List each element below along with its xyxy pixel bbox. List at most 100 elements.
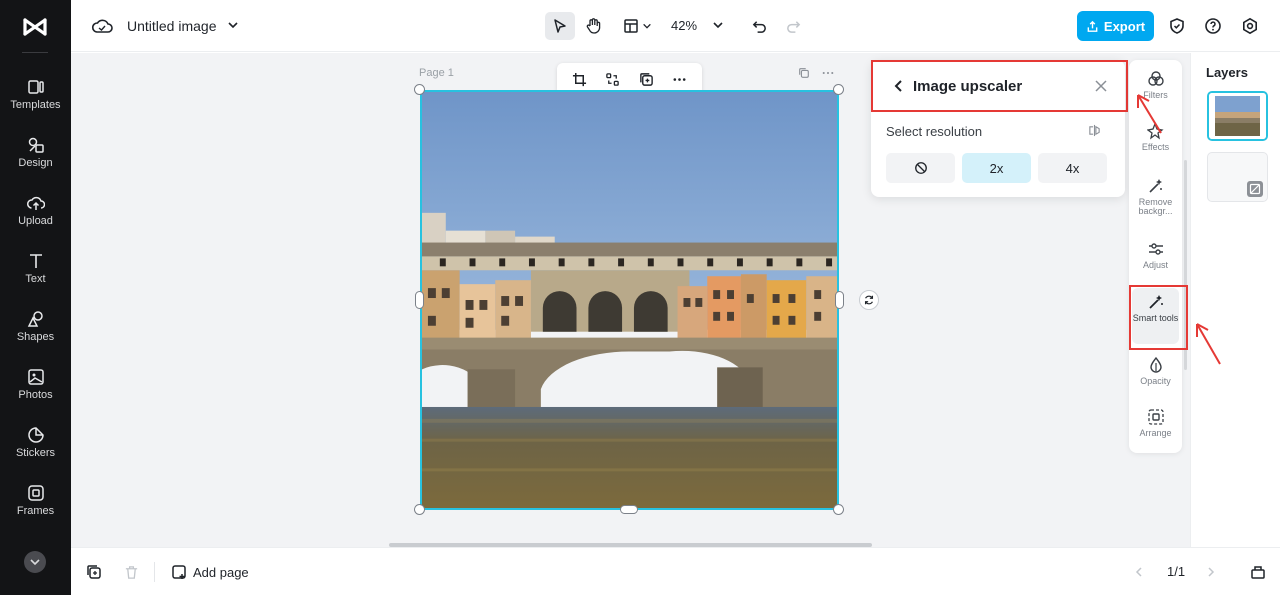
text-icon <box>29 254 42 268</box>
add-page-label: Add page <box>193 564 249 580</box>
zoom-chevron-down-icon[interactable] <box>712 19 724 31</box>
previous-page-icon[interactable] <box>1131 564 1147 580</box>
layers-title: Layers <box>1206 65 1248 80</box>
select-resolution-label: Select resolution <box>886 124 983 139</box>
rotate-handle-icon[interactable] <box>859 290 879 310</box>
export-button[interactable]: Export <box>1077 11 1154 41</box>
bridge-photo <box>422 92 837 508</box>
flip-icon[interactable] <box>605 72 620 87</box>
tool-arrange[interactable]: Arrange <box>1129 408 1182 464</box>
duplicate-icon[interactable] <box>639 72 654 87</box>
photos-icon <box>27 369 44 385</box>
app-window: Templates Design Upload Text Shapes Phot… <box>0 0 1280 595</box>
capcut-logo-icon[interactable] <box>22 14 48 40</box>
layer-thumbnail-image[interactable] <box>1207 91 1268 141</box>
bottom-divider <box>154 562 155 582</box>
back-icon[interactable] <box>893 79 905 93</box>
tool-label: Filters <box>1143 90 1168 100</box>
top-bar: Untitled image 42% Export <box>71 0 1280 52</box>
resize-handle-right[interactable] <box>835 291 844 309</box>
arrange-icon <box>1147 409 1164 425</box>
sidebar-item-text[interactable]: Text <box>0 252 71 302</box>
remove-background-icon <box>1148 179 1162 193</box>
export-icon <box>1087 20 1098 32</box>
more-icon[interactable] <box>672 72 687 87</box>
sidebar-item-design[interactable]: Design <box>0 136 71 186</box>
effects-icon <box>1146 122 1164 140</box>
resize-handle-top-left[interactable] <box>414 84 425 95</box>
sidebar-item-templates[interactable]: Templates <box>0 78 71 128</box>
tool-effects[interactable]: Effects <box>1129 122 1182 178</box>
resize-handle-left[interactable] <box>415 291 424 309</box>
close-icon[interactable] <box>1094 79 1108 93</box>
sidebar-item-shapes[interactable]: Shapes <box>0 310 71 360</box>
disabled-icon <box>914 162 927 174</box>
add-page-icon <box>172 565 186 579</box>
resize-handle-bottom-left[interactable] <box>414 504 425 515</box>
design-icon <box>28 137 44 153</box>
layout-dropdown[interactable] <box>619 14 655 38</box>
canvas-image[interactable] <box>420 90 839 510</box>
tool-filters[interactable]: Filters <box>1129 70 1182 126</box>
help-icon[interactable] <box>1203 16 1223 36</box>
settings-icon[interactable] <box>1240 16 1260 36</box>
sidebar-item-label: Frames <box>16 505 55 517</box>
resize-handle-bottom[interactable] <box>620 505 638 514</box>
sidebar-item-stickers[interactable]: Stickers <box>0 426 71 476</box>
image-upscaler-panel: Image upscaler Select resolution 2x 4x <box>871 60 1128 197</box>
sidebar-item-label: Text <box>25 273 46 285</box>
expand-more-icon[interactable] <box>24 551 46 573</box>
compare-icon[interactable] <box>1088 124 1102 138</box>
resize-handle-bottom-right[interactable] <box>833 504 844 515</box>
upscaler-title: Image upscaler <box>913 77 1023 95</box>
redo-icon[interactable] <box>783 16 803 36</box>
stickers-icon <box>27 427 44 443</box>
hand-tool-button[interactable] <box>581 14 607 38</box>
add-page-button[interactable]: Add page <box>171 564 249 580</box>
sidebar-item-photos[interactable]: Photos <box>0 368 71 418</box>
delete-page-icon[interactable] <box>122 563 140 581</box>
sidebar-item-frames[interactable]: Frames <box>0 484 71 534</box>
image-placeholder-icon <box>1247 181 1263 197</box>
cloud-sync-icon[interactable] <box>91 16 113 36</box>
page-label: Page 1 <box>419 67 454 79</box>
tool-opacity[interactable]: Opacity <box>1129 356 1182 412</box>
templates-icon <box>27 80 44 94</box>
resolution-4x-button[interactable]: 4x <box>1038 153 1107 183</box>
opacity-icon <box>1149 356 1162 373</box>
hand-icon <box>586 18 601 34</box>
resolution-2x-button[interactable]: 2x <box>962 153 1031 183</box>
tool-label: Opacity <box>1140 376 1171 386</box>
next-page-icon[interactable] <box>1203 564 1219 580</box>
layers-panel: Layers <box>1190 53 1280 547</box>
layer-thumbnail-blank[interactable] <box>1207 152 1268 202</box>
resolution-none-button[interactable] <box>886 153 955 183</box>
sidebar-item-label: Design <box>18 157 53 169</box>
zoom-level[interactable]: 42% <box>671 18 697 33</box>
upload-icon <box>26 196 45 210</box>
shield-icon[interactable] <box>1167 16 1187 36</box>
copy-page-icon[interactable] <box>798 67 810 79</box>
export-label: Export <box>1103 18 1146 34</box>
select-tool-button[interactable] <box>545 12 575 40</box>
smart-tools-highlight-box <box>1129 285 1188 350</box>
bottom-bar: Add page 1/1 <box>71 547 1280 595</box>
chevron-down-icon[interactable] <box>227 19 239 31</box>
sidebar-item-label: Photos <box>18 389 53 401</box>
resize-handle-top-right[interactable] <box>833 84 844 95</box>
duplicate-page-icon[interactable] <box>85 563 103 581</box>
tool-remove-background[interactable]: Remove backgr... <box>1129 177 1182 237</box>
tool-label: Arrange <box>1139 428 1172 438</box>
tool-label: Remove backgr... <box>1138 197 1173 216</box>
page-more-icon[interactable] <box>822 67 834 79</box>
upscaler-header: Image upscaler <box>871 60 1128 112</box>
resolution-options: 2x 4x <box>886 153 1107 183</box>
document-title[interactable]: Untitled image <box>127 18 217 34</box>
filters-icon <box>1147 71 1164 86</box>
crop-icon[interactable] <box>572 72 587 87</box>
page-counter: 1/1 <box>1167 564 1186 579</box>
adjust-icon <box>1148 243 1163 255</box>
undo-icon[interactable] <box>749 16 769 36</box>
sidebar-item-upload[interactable]: Upload <box>0 194 71 244</box>
page-panel-toggle-icon[interactable] <box>1249 563 1267 581</box>
